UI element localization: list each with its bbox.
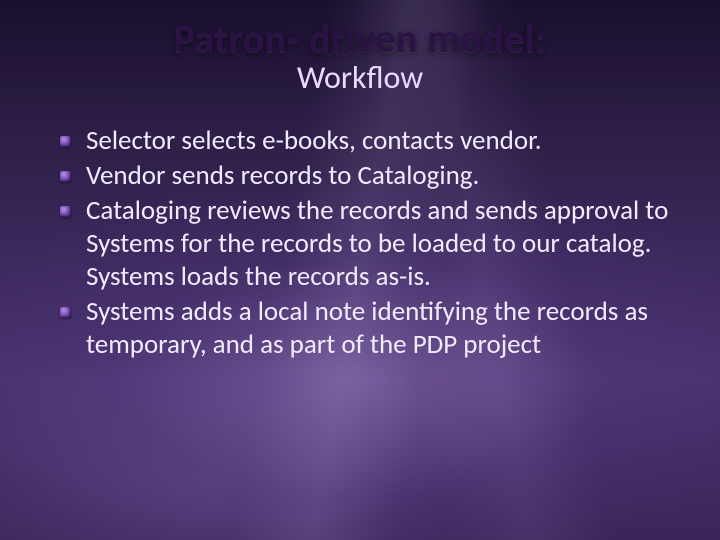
bullet-icon bbox=[60, 307, 71, 318]
slide-subtitle: Workflow bbox=[48, 58, 672, 97]
list-item-text: Selector selects e-books, contacts vendo… bbox=[86, 124, 542, 157]
bullet-icon bbox=[60, 171, 71, 182]
list-item-text: Vendor sends records to Cataloging. bbox=[86, 159, 479, 192]
list-item-text: Systems adds a local note identifying th… bbox=[86, 295, 648, 361]
workflow-list: Selector selects e-books, contacts vendo… bbox=[48, 125, 672, 362]
list-item: Vendor sends records to Cataloging. bbox=[60, 160, 672, 193]
bullet-icon bbox=[60, 206, 71, 217]
list-item: Selector selects e-books, contacts vendo… bbox=[60, 125, 672, 158]
list-item: Systems adds a local note identifying th… bbox=[60, 296, 672, 362]
bullet-icon bbox=[60, 136, 71, 147]
list-item: Cataloging reviews the records and sends… bbox=[60, 195, 672, 294]
list-item-text: Cataloging reviews the records and sends… bbox=[86, 194, 668, 293]
slide-title: Patron- driven model: bbox=[48, 18, 672, 60]
slide: Patron- driven model: Workflow Selector … bbox=[0, 0, 720, 540]
